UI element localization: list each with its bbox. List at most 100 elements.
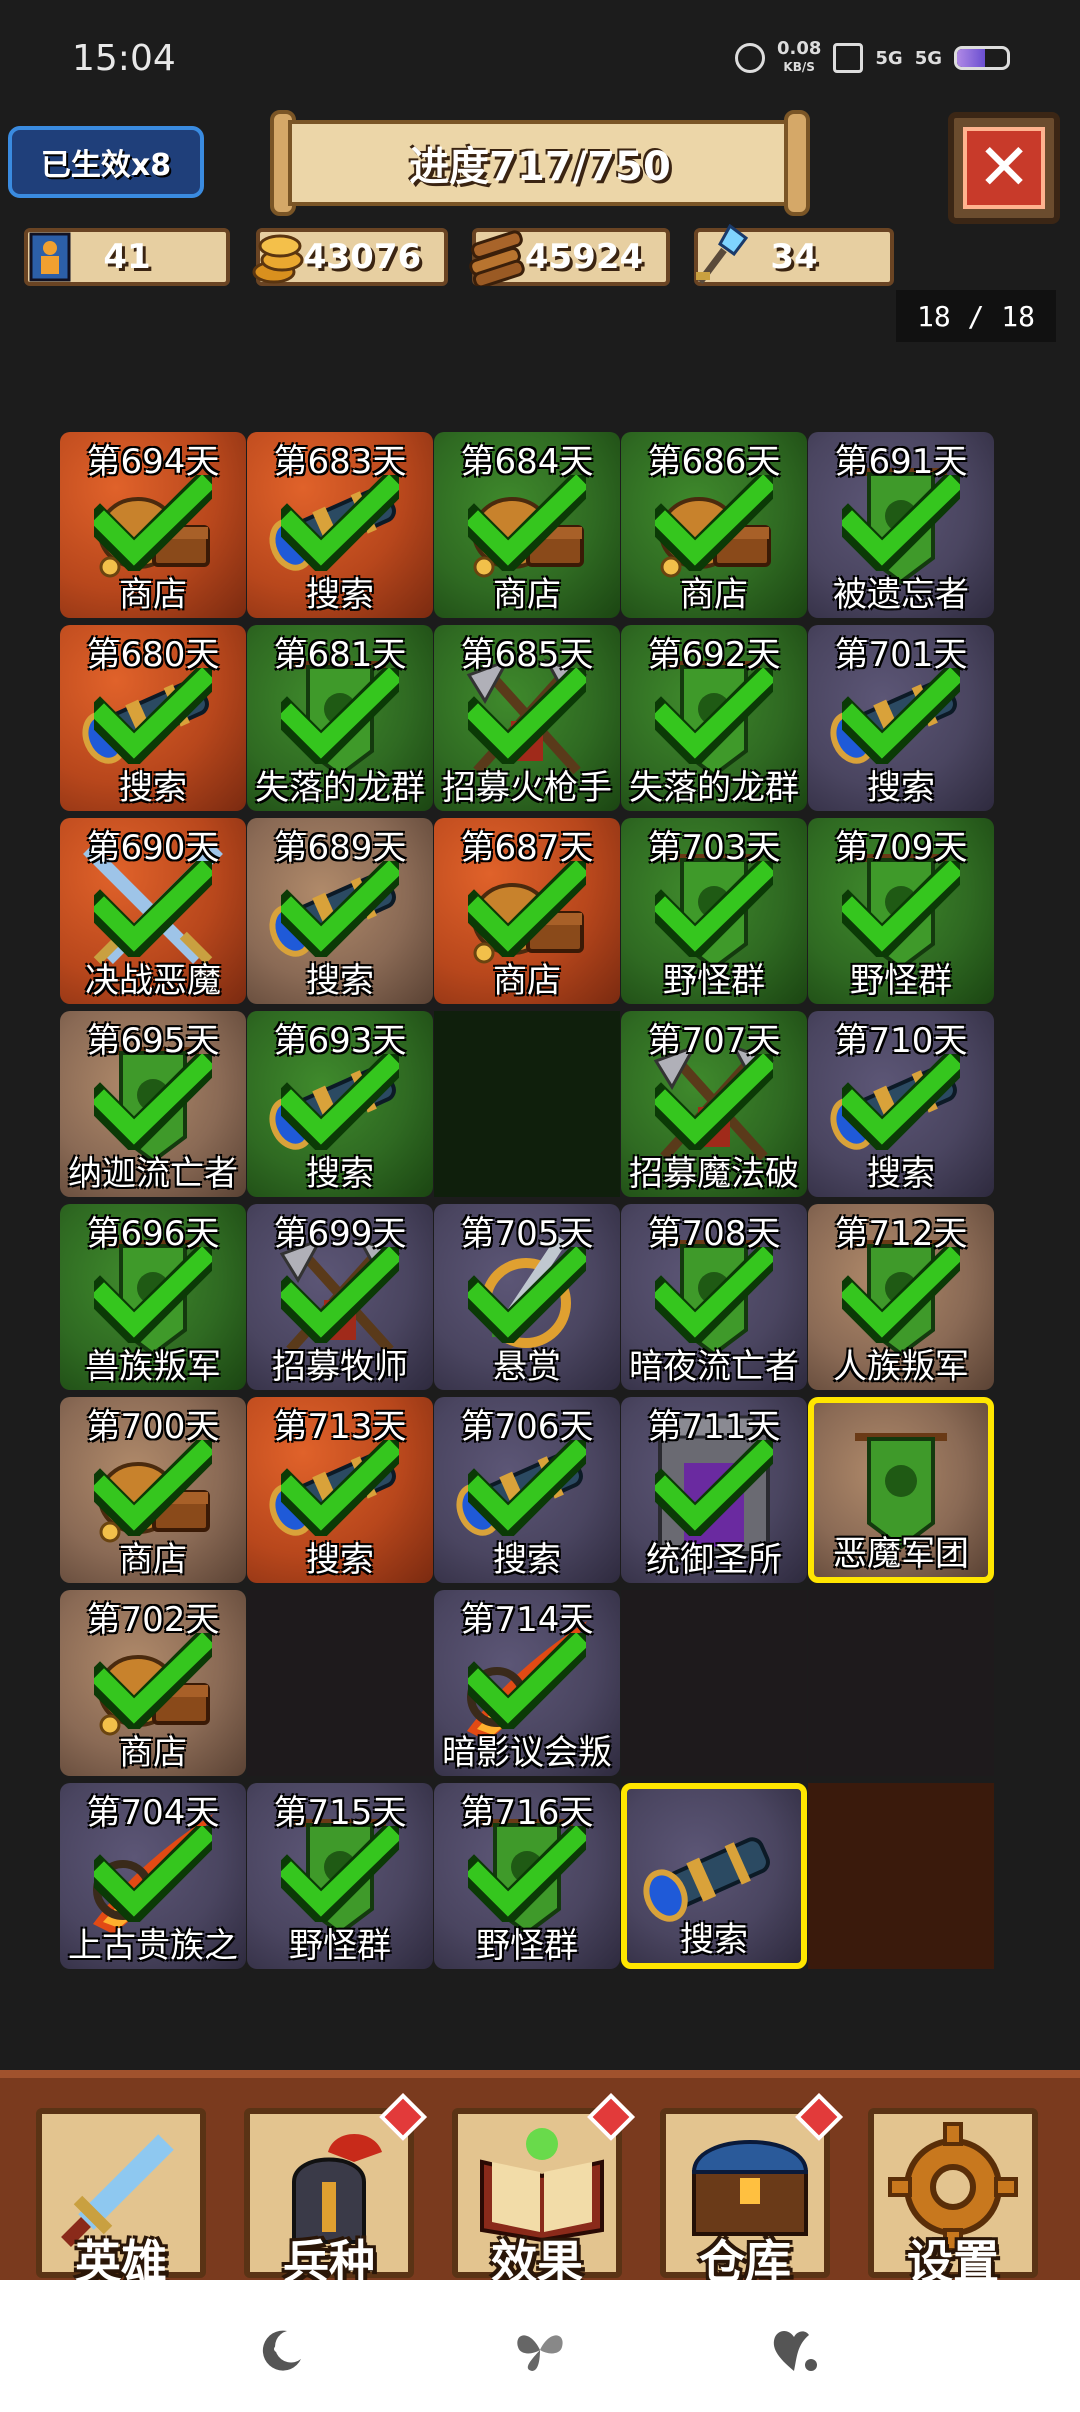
tile-day-label: 第696天 [86,1214,220,1254]
event-tile[interactable]: 第702天商店 [60,1590,246,1776]
system-nav-bar [0,2280,1080,2412]
event-tile[interactable]: 第705天 悬赏 [434,1204,620,1390]
tile-event-name: 搜索 [306,1154,374,1194]
tile-event-name: 野怪群 [476,1926,578,1966]
event-tile[interactable]: 第703天 野怪群 [621,818,807,1004]
event-tile[interactable]: 第692天 失落的龙群 [621,625,807,811]
checkmark-icon [80,1816,226,1928]
tile-day-label: 第699天 [273,1214,407,1254]
tile-day-label: 第708天 [647,1214,781,1254]
wood-logs-icon [466,224,530,290]
event-tile[interactable]: 第696天 兽族叛军 [60,1204,246,1390]
event-tile[interactable]: 第683天搜索 [247,432,433,618]
tile-day-label: 第701天 [834,635,968,675]
page-indicator: 18 / 18 [896,290,1056,342]
event-tile[interactable]: 第716天野怪群 [434,1783,620,1969]
tile-event-name: 商店 [493,961,561,1001]
event-tile[interactable]: 第709天野怪群 [808,818,994,1004]
event-tile[interactable]: 第713天 搜索 [247,1397,433,1583]
tile-day-label: 第704天 [86,1793,220,1833]
event-tile[interactable]: 第711天 统御圣所 [621,1397,807,1583]
event-tile[interactable]: 第685天 招募火枪手 [434,625,620,811]
current-event-tile[interactable]: 搜索 [621,1783,807,1969]
nav-button-treasure-chest[interactable]: 仓库 [660,2092,844,2289]
tile-event-name: 商店 [493,575,561,615]
tile-day-label: 第702天 [86,1600,220,1640]
tile-event-name: 决战恶魔 [85,961,221,1001]
checkmark-icon [828,1044,974,1156]
event-tile[interactable]: 第712天 人族叛军 [808,1204,994,1390]
event-tile[interactable]: 第714天 暗影议会叛 [434,1590,620,1776]
current-event-tile[interactable]: 恶魔军团 [808,1397,994,1583]
tile-event-name: 暗夜流亡者 [629,1347,799,1387]
tile-day-label: 第689天 [273,828,407,868]
event-tile[interactable]: 第686天 商店 [621,432,807,618]
event-tile[interactable]: 第715天 野怪群 [247,1783,433,1969]
empty-tile [808,1783,994,1969]
butterfly-icon[interactable] [510,2320,570,2380]
tile-event-name: 商店 [119,575,187,615]
sim1-signal: 5G [875,47,903,69]
nav-button-sword[interactable]: 英雄 [36,2108,206,2289]
tile-event-name: 商店 [119,1733,187,1773]
event-tile[interactable]: 第680天 搜索 [60,625,246,811]
battery-level [957,49,985,67]
effect-badge[interactable]: 已生效x8 [8,126,204,198]
event-tile[interactable]: 第687天 商店 [434,818,620,1004]
heart-icon[interactable] [764,2320,824,2380]
event-tile[interactable]: 第706天 搜索 [434,1397,620,1583]
checkmark-icon [641,658,787,770]
checkmark-icon [454,1816,600,1928]
network-speed: 0.08 KB/S [776,38,822,75]
event-tile[interactable]: 第694天商店 [60,432,246,618]
event-tile[interactable]: 第699天 招募牧师 [247,1204,433,1390]
event-tile[interactable]: 第695天 纳迦流亡者 [60,1011,246,1197]
tile-event-name: 搜索 [306,575,374,615]
nav-button-gear[interactable]: 设置 [868,2108,1038,2289]
tile-day-label: 第690天 [86,828,220,868]
tile-event-name: 恶魔军团 [833,1534,969,1574]
tile-event-name: 暗影议会叛 [442,1733,612,1773]
checkmark-icon [80,1430,226,1542]
nav-button-knight-helmet[interactable]: 兵种 [244,2092,428,2289]
status-icons: 0.08 KB/S 5G 5G [734,38,1010,76]
event-tile[interactable]: 第689天 搜索 [247,818,433,1004]
tile-day-label: 第680天 [86,635,220,675]
checkmark-icon [80,1623,226,1735]
tile-day-label: 第692天 [647,635,781,675]
event-tile[interactable]: 第681天 失落的龙群 [247,625,433,811]
event-tile[interactable]: 第704天 上古贵族之 [60,1783,246,1969]
event-tile[interactable]: 第693天 搜索 [247,1011,433,1197]
event-tile[interactable]: 第700天 商店 [60,1397,246,1583]
close-button[interactable]: ✕ [948,112,1060,224]
checkmark-icon [267,1237,413,1349]
checkmark-icon [80,658,226,770]
event-tile[interactable]: 第707天 招募魔法破 [621,1011,807,1197]
tile-event-name: 统御圣所 [646,1540,782,1580]
tile-day-label: 第684天 [460,442,594,482]
empty-tile [808,1590,994,1776]
tile-day-label: 第694天 [86,442,220,482]
tile-day-label: 第683天 [273,442,407,482]
nav-button-spellbook[interactable]: 效果 [452,2092,636,2289]
flower-icon [833,43,864,73]
tile-day-label: 第710天 [834,1021,968,1061]
tile-event-name: 搜索 [867,768,935,808]
tile-day-label: 第700天 [86,1407,220,1447]
tile-day-label: 第703天 [647,828,781,868]
tile-event-name: 野怪群 [850,961,952,1001]
event-tile[interactable]: 第690天决战恶魔 [60,818,246,1004]
event-tile[interactable]: 第684天商店 [434,432,620,618]
event-tile[interactable]: 第701天搜索 [808,625,994,811]
moon-icon[interactable] [252,2320,312,2380]
checkmark-icon [267,1816,413,1928]
tile-event-name: 失落的龙群 [255,768,425,808]
tile-event-name: 被遗忘者 [833,575,969,615]
event-tile[interactable]: 第710天 搜索 [808,1011,994,1197]
tile-day-label: 第716天 [460,1793,594,1833]
event-tile[interactable]: 第708天暗夜流亡者 [621,1204,807,1390]
tile-event-name: 招募魔法破 [629,1154,799,1194]
tile-day-label: 第709天 [834,828,968,868]
checkmark-icon [267,465,413,577]
event-tile[interactable]: 第691天 被遗忘者 [808,432,994,618]
